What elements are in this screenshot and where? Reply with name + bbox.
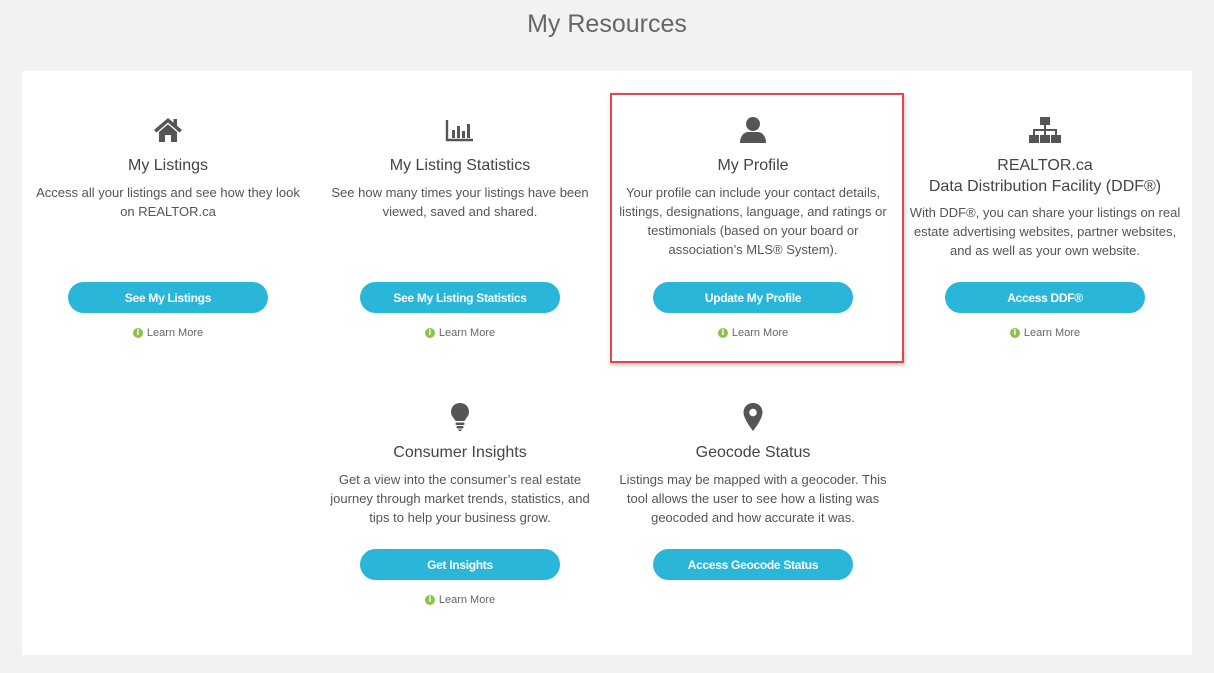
card-description: Get a view into the consumer’s real esta…	[330, 472, 590, 525]
sitemap-icon	[899, 115, 1191, 145]
card-consumer-insights: Consumer Insights Get a view into the co…	[314, 402, 606, 622]
card-title: REALTOR.ca Data Distribution Facility (D…	[899, 155, 1191, 197]
info-icon: i	[1009, 328, 1020, 338]
page-title: My Resources	[527, 10, 687, 38]
map-marker-icon	[607, 402, 899, 432]
update-my-profile-button[interactable]: Update My Profile	[653, 282, 853, 313]
home-icon	[22, 115, 314, 145]
card-title: My Listing Statistics	[389, 157, 531, 174]
card-description: Listings may be mapped with a geocoder. …	[619, 472, 887, 525]
card-title: My Profile	[717, 157, 789, 174]
card-description: Your profile can include your contact de…	[619, 185, 887, 257]
info-icon: i	[717, 328, 728, 338]
learn-more-link[interactable]: i Learn More	[22, 327, 314, 339]
learn-more-link[interactable]: i Learn More	[314, 327, 606, 339]
learn-more-link[interactable]: i Learn More	[314, 594, 606, 606]
card-title-line1: REALTOR.ca	[997, 157, 1093, 174]
card-geocode-status: Geocode Status Listings may be mapped wi…	[607, 402, 899, 622]
learn-more-label: Learn More	[438, 594, 496, 606]
bar-chart-icon	[314, 115, 606, 145]
card-ddf: REALTOR.ca Data Distribution Facility (D…	[899, 115, 1191, 355]
info-icon: i	[132, 328, 143, 338]
learn-more-link[interactable]: i Learn More	[899, 327, 1191, 339]
card-description: Access all your listings and see how the…	[36, 185, 300, 219]
card-description: With DDF®, you can share your listings o…	[909, 205, 1181, 258]
card-my-listing-statistics: My Listing Statistics See how many times…	[314, 115, 606, 355]
learn-more-label: Learn More	[438, 327, 496, 339]
card-title-line2: Data Distribution Facility (DDF®)	[928, 178, 1162, 195]
lightbulb-icon	[314, 402, 606, 432]
see-my-listing-statistics-button[interactable]: See My Listing Statistics	[360, 282, 560, 313]
learn-more-label: Learn More	[146, 327, 204, 339]
info-icon: i	[424, 595, 435, 605]
card-title: My Listings	[127, 157, 209, 174]
card-my-profile: My Profile Your profile can include your…	[607, 115, 899, 355]
access-ddf-button[interactable]: Access DDF®	[945, 282, 1145, 313]
user-icon	[607, 115, 899, 145]
get-insights-button[interactable]: Get Insights	[360, 549, 560, 580]
card-my-listings: My Listings Access all your listings and…	[22, 115, 314, 355]
card-title: Consumer Insights	[393, 444, 527, 461]
see-my-listings-button[interactable]: See My Listings	[68, 282, 268, 313]
access-geocode-status-button[interactable]: Access Geocode Status	[653, 549, 853, 580]
card-description: See how many times your listings have be…	[331, 185, 589, 219]
info-icon: i	[424, 328, 435, 338]
card-title: Geocode Status	[695, 444, 811, 461]
learn-more-label: Learn More	[731, 327, 789, 339]
learn-more-link[interactable]: i Learn More	[607, 327, 899, 339]
learn-more-label: Learn More	[1023, 327, 1081, 339]
